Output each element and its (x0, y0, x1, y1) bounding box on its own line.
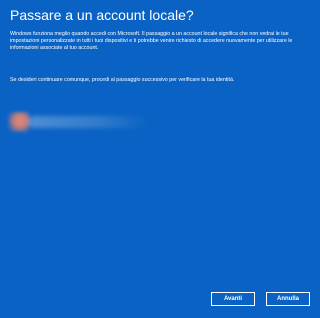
avatar (8, 112, 30, 132)
dialog-instruction: Se desideri continuare comunque, procedi… (10, 77, 235, 83)
switch-local-account-dialog: Passare a un account locale? Windows fun… (0, 0, 320, 318)
dialog-title: Passare a un account locale? (10, 7, 194, 23)
dialog-description: Windows funziona meglio quando accedi co… (10, 31, 293, 52)
blurred-account-name (28, 116, 148, 128)
blurred-account-info (6, 110, 156, 134)
cancel-button[interactable]: Annulla (266, 292, 310, 306)
next-button[interactable]: Avanti (211, 292, 255, 306)
